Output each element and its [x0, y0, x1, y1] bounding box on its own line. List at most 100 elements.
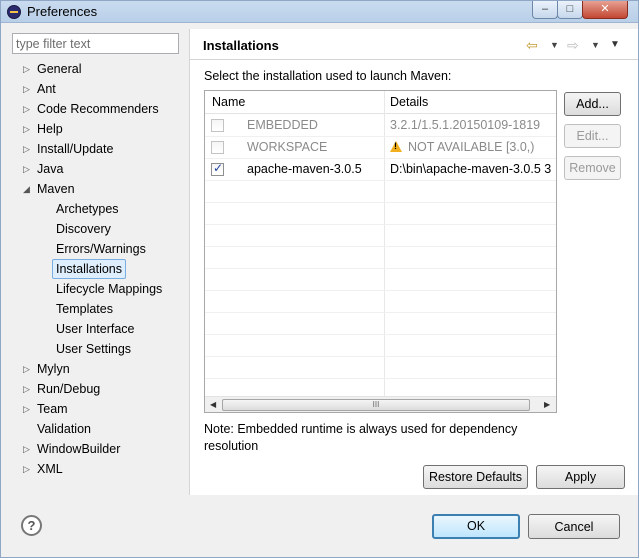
tree-item-ant[interactable]: ▷ Ant	[1, 79, 189, 99]
tree-item-label: General	[37, 62, 82, 76]
add-button[interactable]: Add...	[564, 92, 621, 116]
table-row[interactable]: WORKSPACE NOT AVAILABLE [3.0,)	[205, 137, 556, 159]
tree-item-archetypes[interactable]: Archetypes	[1, 199, 189, 219]
collapsed-arrow-icon[interactable]: ▷	[23, 119, 33, 139]
back-dropdown-icon[interactable]: ▼	[550, 40, 559, 50]
tree-item-label: Install/Update	[37, 142, 114, 156]
tree-item-windowbuilder[interactable]: ▷ WindowBuilder	[1, 439, 189, 459]
tree-item-install-update[interactable]: ▷ Install/Update	[1, 139, 189, 159]
collapsed-arrow-icon[interactable]: ▷	[23, 139, 33, 159]
tree-item-user-settings[interactable]: User Settings	[1, 339, 189, 359]
eclipse-icon	[7, 5, 21, 19]
tree-item-label: Mylyn	[37, 362, 70, 376]
tree-item-team[interactable]: ▷ Team	[1, 399, 189, 419]
right-panel: Installations ⇦ ▼ ⇨ ▼ ▼ Select the insta…	[189, 29, 638, 495]
column-header-name[interactable]: Name	[212, 95, 245, 109]
collapsed-arrow-icon[interactable]: ▷	[23, 59, 33, 79]
installation-details: 3.2.1/1.5.1.20150109-1819	[390, 118, 541, 132]
table-row[interactable]: apache-maven-3.0.5 D:\bin\apache-maven-3.…	[205, 159, 556, 181]
tree-item-validation[interactable]: Validation	[1, 419, 189, 439]
collapsed-arrow-icon[interactable]: ▷	[23, 439, 33, 459]
empty-table-row	[205, 291, 556, 313]
scroll-right-icon[interactable]: ▶	[544, 400, 550, 409]
empty-table-row	[205, 181, 556, 203]
tree-item-label: Maven	[37, 182, 75, 196]
tree-item-label: User Settings	[56, 342, 132, 356]
view-menu-icon[interactable]: ▼	[610, 39, 620, 50]
table-header: Name Details	[205, 91, 556, 114]
scroll-thumb[interactable]: III	[222, 399, 530, 411]
restore-defaults-button[interactable]: Restore Defaults	[423, 465, 528, 489]
tree-item-installations[interactable]: Installations	[1, 259, 189, 279]
tree-item-label: Code Recommenders	[37, 102, 159, 116]
maximize-button[interactable]: □	[557, 1, 583, 19]
edit-button[interactable]: Edit...	[564, 124, 621, 148]
close-button[interactable]: ✕	[582, 1, 628, 19]
tree-item-label: XML	[37, 462, 63, 476]
tree-item-label: Java	[37, 162, 64, 176]
window-title: Preferences	[27, 4, 98, 19]
tree-item-label: User Interface	[56, 322, 135, 336]
empty-table-row	[205, 269, 556, 291]
tree-item-lifecycle-mappings[interactable]: Lifecycle Mappings	[1, 279, 189, 299]
empty-table-row	[205, 225, 556, 247]
tree-item-label: Validation	[37, 422, 91, 436]
collapsed-arrow-icon[interactable]: ▷	[23, 359, 33, 379]
tree-item-mylyn[interactable]: ▷ Mylyn	[1, 359, 189, 379]
minimize-button[interactable]: –	[532, 1, 558, 19]
tree-item-run-debug[interactable]: ▷ Run/Debug	[1, 379, 189, 399]
tree-item-general[interactable]: ▷ General	[1, 59, 189, 79]
help-icon[interactable]: ?	[21, 515, 42, 536]
tree-item-label: Installations	[52, 259, 127, 279]
tree-item-xml[interactable]: ▷ XML	[1, 459, 189, 479]
tree-item-discovery[interactable]: Discovery	[1, 219, 189, 239]
empty-table-row	[205, 335, 556, 357]
tree-item-label: Help	[37, 122, 63, 136]
apply-button[interactable]: Apply	[536, 465, 625, 489]
header-divider	[190, 59, 638, 60]
forward-dropdown-icon[interactable]: ▼	[591, 40, 600, 50]
collapsed-arrow-icon[interactable]: ▷	[23, 459, 33, 479]
cancel-button[interactable]: Cancel	[528, 514, 620, 539]
installation-details: NOT AVAILABLE [3.0,)	[408, 140, 535, 154]
row-checkbox[interactable]	[211, 141, 224, 154]
tree-item-maven[interactable]: ◢ Maven	[1, 179, 189, 199]
tree-item-templates[interactable]: Templates	[1, 299, 189, 319]
tree-item-label: WindowBuilder	[37, 442, 121, 456]
tree-item-label: Run/Debug	[37, 382, 101, 396]
tree-item-code-recommenders[interactable]: ▷ Code Recommenders	[1, 99, 189, 119]
scroll-left-icon[interactable]: ◀	[210, 400, 216, 409]
collapsed-arrow-icon[interactable]: ▷	[23, 379, 33, 399]
empty-table-row	[205, 203, 556, 225]
installations-description: Select the installation used to launch M…	[204, 69, 452, 83]
forward-arrow-icon[interactable]: ⇨	[567, 37, 579, 54]
column-header-details[interactable]: Details	[390, 95, 428, 109]
installations-table: Name Details EMBEDDED 3.2.1/1.5.1.2015010…	[204, 90, 557, 413]
tree-item-label: Team	[37, 402, 68, 416]
warning-icon	[390, 141, 402, 152]
filter-input[interactable]	[12, 33, 179, 54]
tree-item-label: Discovery	[56, 222, 111, 236]
collapsed-arrow-icon[interactable]: ▷	[23, 79, 33, 99]
tree-item-help[interactable]: ▷ Help	[1, 119, 189, 139]
collapsed-arrow-icon[interactable]: ▷	[23, 99, 33, 119]
row-checkbox[interactable]	[211, 119, 224, 132]
ok-button[interactable]: OK	[432, 514, 520, 539]
empty-table-row	[205, 357, 556, 379]
row-checkbox[interactable]	[211, 161, 224, 176]
back-arrow-icon[interactable]: ⇦	[526, 37, 538, 54]
tree-item-label: Templates	[56, 302, 113, 316]
expanded-arrow-icon[interactable]: ◢	[23, 179, 33, 199]
tree-item-java[interactable]: ▷ Java	[1, 159, 189, 179]
remove-button[interactable]: Remove	[564, 156, 621, 180]
collapsed-arrow-icon[interactable]: ▷	[23, 399, 33, 419]
tree-item-label: Archetypes	[56, 202, 119, 216]
tree-item-user-interface[interactable]: User Interface	[1, 319, 189, 339]
horizontal-scrollbar[interactable]: ◀ III ▶	[205, 396, 556, 412]
collapsed-arrow-icon[interactable]: ▷	[23, 159, 33, 179]
title-bar[interactable]: Preferences – □ ✕	[1, 1, 638, 23]
table-row[interactable]: EMBEDDED 3.2.1/1.5.1.20150109-1819	[205, 115, 556, 137]
installation-name: EMBEDDED	[247, 118, 318, 132]
tree-item-errors-warnings[interactable]: Errors/Warnings	[1, 239, 189, 259]
installation-name: apache-maven-3.0.5	[247, 162, 362, 176]
